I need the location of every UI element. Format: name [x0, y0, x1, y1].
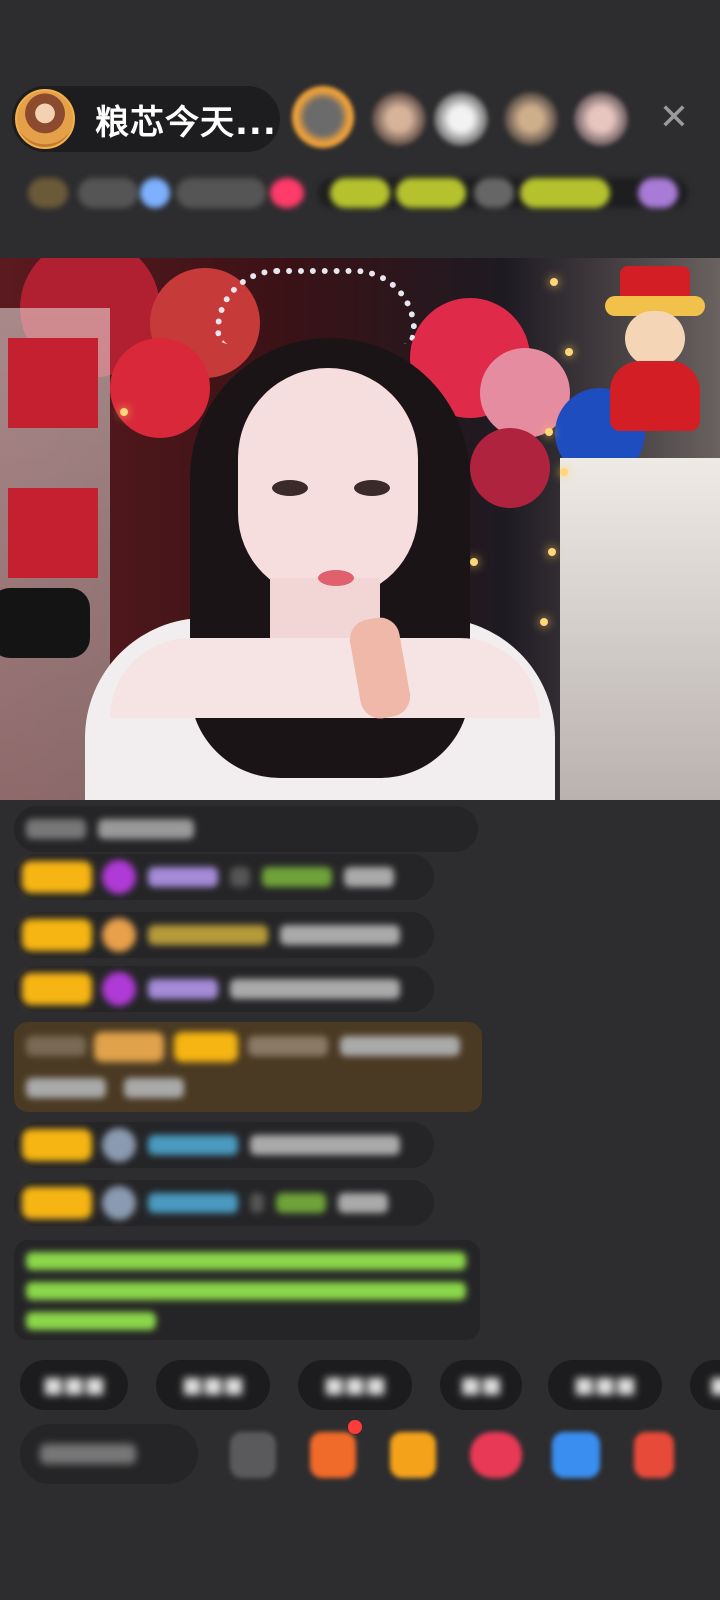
chat-message[interactable] [14, 854, 434, 900]
close-icon[interactable]: ✕ [656, 100, 692, 136]
host-name: 粮芯今天... [95, 102, 277, 143]
viewer-avatar[interactable] [292, 86, 354, 148]
quick-chip[interactable]: ■■■ [298, 1360, 412, 1410]
system-notice [14, 1240, 480, 1340]
viewer-avatar[interactable] [574, 92, 628, 146]
chat-message[interactable] [14, 966, 434, 1012]
shop-icon[interactable] [310, 1432, 356, 1478]
quick-chip[interactable]: ■■ [440, 1360, 522, 1410]
quick-chip[interactable]: ■ [690, 1360, 720, 1410]
chat-message[interactable] [14, 912, 434, 958]
chat-message-highlight[interactable] [14, 1022, 482, 1112]
quick-chip[interactable]: ■■■ [548, 1360, 662, 1410]
gift-box-icon[interactable] [390, 1432, 436, 1478]
host-avatar[interactable] [15, 89, 75, 149]
viewer-avatar[interactable] [372, 92, 426, 146]
chat-message[interactable] [14, 1122, 434, 1168]
comment-input[interactable] [20, 1424, 198, 1484]
stream-info-row [18, 170, 688, 216]
quick-chip[interactable]: ■■■ [156, 1360, 270, 1410]
notification-dot [348, 1420, 362, 1434]
microphone [0, 588, 90, 658]
host-info-pill[interactable]: 粮芯今天... [12, 86, 280, 152]
heart-gift-icon[interactable] [470, 1432, 522, 1478]
chat-message[interactable] [14, 1180, 434, 1226]
chat-message[interactable] [14, 806, 478, 852]
fortune-sticker[interactable] [600, 266, 710, 436]
live-video[interactable] [0, 258, 720, 800]
viewer-avatar[interactable] [504, 92, 558, 146]
emoji-icon[interactable] [230, 1432, 276, 1478]
viewer-avatar[interactable] [434, 92, 488, 146]
quick-chip[interactable]: ■■■ [20, 1360, 128, 1410]
game-icon[interactable] [552, 1432, 600, 1478]
gift-icon[interactable] [634, 1432, 674, 1478]
